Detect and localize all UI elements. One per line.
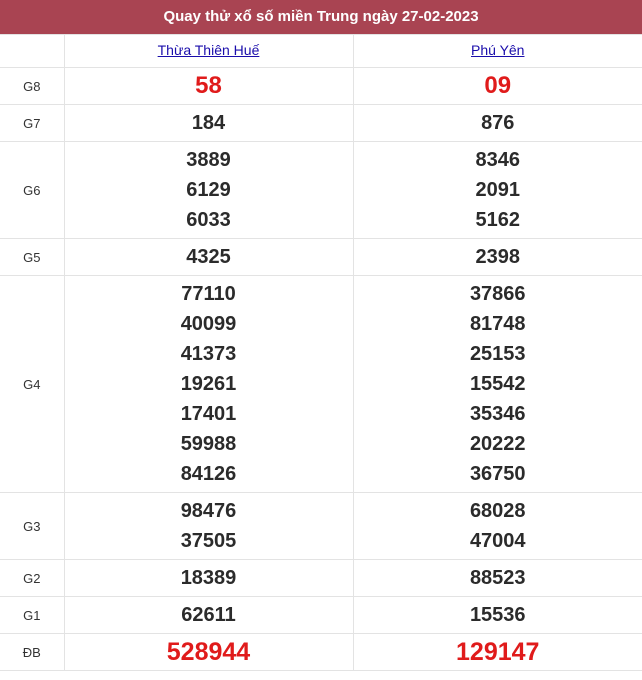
prize-label: G7 — [0, 104, 65, 142]
prize-number: 84126 — [180, 463, 237, 485]
prize-number: 6033 — [186, 209, 231, 231]
prize-row: G4 77110 40099 41373 19261 17401 59988 84126 378… — [0, 275, 642, 493]
province-link-thua-thien-hue[interactable]: Thừa Thiên Huế — [158, 42, 260, 58]
prize-number: 88523 — [469, 567, 526, 589]
prize-number: 35346 — [469, 403, 526, 425]
prize-number: 25153 — [469, 343, 526, 365]
prize-numbers-cell: 68028 47004 — [352, 492, 642, 560]
prize-row: G5 4325 2398 — [0, 238, 642, 276]
prize-number: 58 — [195, 72, 222, 99]
prize-number: 8346 — [475, 149, 521, 171]
header-blank-cell — [0, 34, 65, 68]
prize-number: 81748 — [469, 313, 526, 335]
prize-numbers-cell: 62611 — [63, 596, 354, 634]
prize-label: G4 — [0, 275, 65, 493]
prize-numbers-cell: 876 — [352, 104, 642, 142]
prize-number: 68028 — [469, 500, 526, 522]
prize-number: 20222 — [469, 433, 526, 455]
prize-numbers-cell: 129147 — [352, 633, 642, 671]
prize-number: 876 — [481, 112, 515, 134]
prize-label: ĐB — [0, 633, 65, 671]
prize-number: 528944 — [166, 638, 251, 666]
prize-number: 36750 — [469, 463, 526, 485]
prize-numbers-cell: 4325 — [63, 238, 354, 276]
results-table: Thừa Thiên Huế Phú Yên G8 58 09 G7 184 876 G6 3… — [0, 34, 642, 671]
prize-row: G7 184 876 — [0, 104, 642, 142]
prize-number: 40099 — [180, 313, 237, 335]
prize-numbers-cell: 77110 40099 41373 19261 17401 59988 84126 — [63, 275, 354, 493]
prize-number: 41373 — [180, 343, 237, 365]
prize-numbers-cell: 98476 37505 — [63, 492, 354, 560]
prize-row: ĐB 528944 129147 — [0, 633, 642, 671]
prize-number: 18389 — [180, 567, 237, 589]
prize-number: 98476 — [180, 500, 237, 522]
prize-numbers-cell: 2398 — [352, 238, 642, 276]
prize-number: 4325 — [186, 246, 231, 268]
prize-label: G8 — [0, 67, 65, 105]
prize-number: 15542 — [469, 373, 526, 395]
prize-number: 77110 — [181, 283, 236, 305]
prize-row: G2 18389 88523 — [0, 559, 642, 597]
prize-numbers-cell: 18389 — [63, 559, 354, 597]
prize-number: 59988 — [180, 433, 237, 455]
prize-numbers-cell: 3889 6129 6033 — [63, 141, 354, 239]
prize-numbers-cell: 8346 2091 5162 — [352, 141, 642, 239]
prize-numbers-cell: 184 — [63, 104, 354, 142]
prize-row: G6 3889 6129 6033 8346 2091 5162 — [0, 141, 642, 239]
prize-row: G1 62611 15536 — [0, 596, 642, 634]
prize-number: 129147 — [456, 638, 540, 666]
prize-number: 184 — [191, 112, 226, 134]
prize-number: 6129 — [186, 179, 231, 201]
prize-numbers-cell: 15536 — [352, 596, 642, 634]
prize-number: 37505 — [180, 530, 237, 552]
prize-number: 2091 — [475, 179, 521, 201]
prize-label: G3 — [0, 492, 65, 560]
prize-number: 37866 — [469, 283, 526, 305]
prize-row: G3 98476 37505 68028 47004 — [0, 492, 642, 560]
prize-label: G1 — [0, 596, 65, 634]
prize-number: 47004 — [469, 530, 526, 552]
prize-label: G6 — [0, 141, 65, 239]
prize-number: 2398 — [475, 246, 521, 268]
prize-number: 17401 — [180, 403, 237, 425]
prize-numbers-cell: 09 — [352, 67, 642, 105]
prize-number: 5162 — [475, 209, 521, 231]
prize-number: 15536 — [469, 604, 526, 626]
prize-number: 3889 — [186, 149, 231, 171]
results-title: Quay thử xổ số miền Trung ngày 27-02-202… — [0, 0, 642, 34]
prize-label: G2 — [0, 559, 65, 597]
prize-row: G8 58 09 — [0, 67, 642, 105]
province-header-cell: Phú Yên — [352, 34, 642, 68]
province-link-phu-yen[interactable]: Phú Yên — [471, 42, 524, 58]
prize-number: 62611 — [181, 604, 236, 626]
prize-label: G5 — [0, 238, 65, 276]
prize-numbers-cell: 58 — [63, 67, 354, 105]
prize-numbers-cell: 528944 — [63, 633, 354, 671]
prize-numbers-cell: 37866 81748 25153 15542 35346 20222 36750 — [352, 275, 642, 493]
prize-number: 09 — [484, 72, 512, 99]
prize-numbers-cell: 88523 — [352, 559, 642, 597]
prize-number: 19261 — [180, 373, 237, 395]
province-header-cell: Thừa Thiên Huế — [63, 34, 354, 68]
province-header-row: Thừa Thiên Huế Phú Yên — [0, 34, 642, 68]
